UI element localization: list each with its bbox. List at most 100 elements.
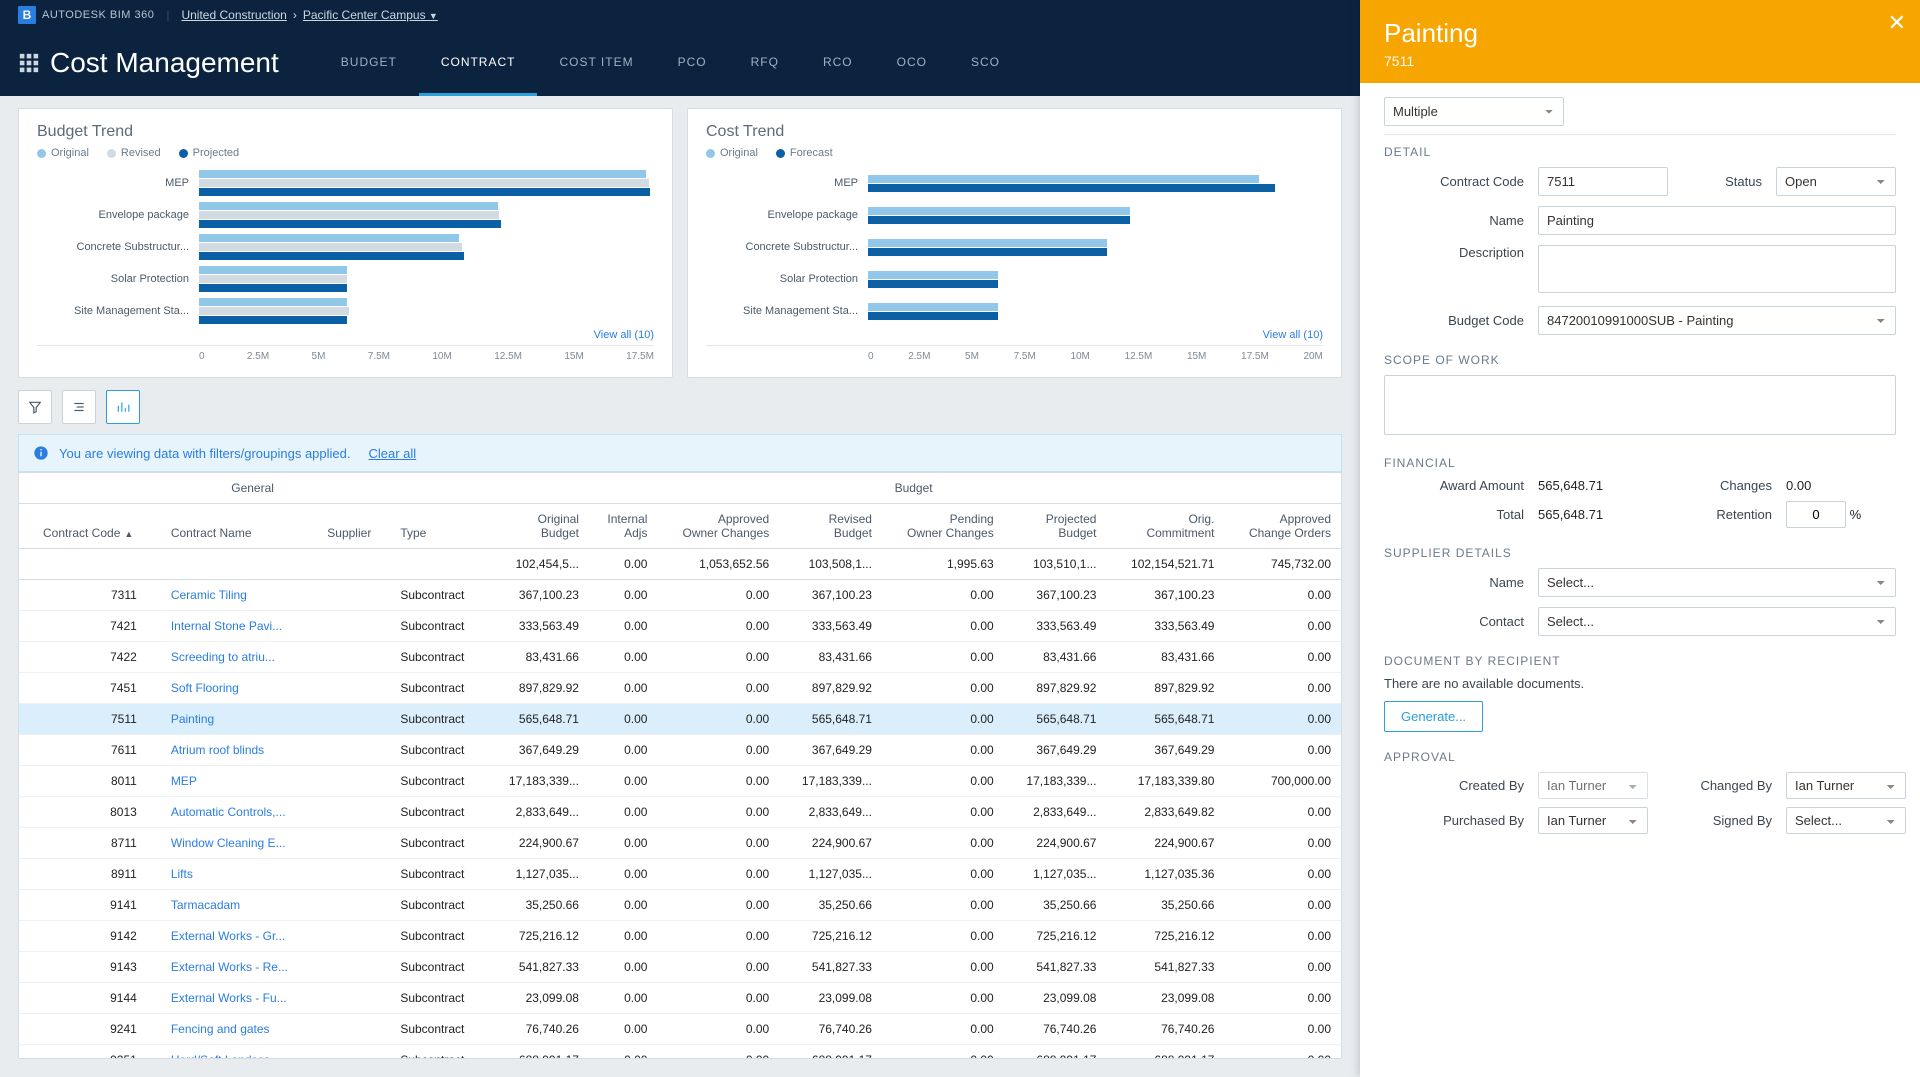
- chart-toggle-button[interactable]: [106, 390, 140, 424]
- table-row[interactable]: 9251Hard/Soft Landsca...Subcontract688,9…: [19, 1045, 1341, 1060]
- contract-name-link[interactable]: Hard/Soft Landsca...: [171, 1053, 280, 1059]
- col-header[interactable]: ApprovedOwner Changes: [657, 504, 779, 549]
- group-button[interactable]: [62, 390, 96, 424]
- col-header[interactable]: OriginalBudget: [486, 504, 589, 549]
- tab-contract[interactable]: CONTRACT: [419, 30, 538, 96]
- table-row[interactable]: 7511PaintingSubcontract565,648.710.000.0…: [19, 704, 1341, 735]
- contract-name-link[interactable]: Soft Flooring: [171, 681, 239, 695]
- apps-grid-icon[interactable]: [18, 52, 40, 74]
- brand-text: AUTODESK BIM 360: [42, 9, 154, 21]
- table-row[interactable]: 7421Internal Stone Pavi...Subcontract333…: [19, 611, 1341, 642]
- table-toolbar: [0, 390, 1360, 434]
- org-link[interactable]: United Construction: [181, 8, 286, 22]
- col-header[interactable]: Type: [390, 504, 486, 549]
- info-banner: You are viewing data with filters/groupi…: [18, 434, 1342, 472]
- table-row[interactable]: 9241Fencing and gatesSubcontract76,740.2…: [19, 1014, 1341, 1045]
- contract-type-select[interactable]: Multiple: [1384, 97, 1564, 126]
- contract-name-link[interactable]: Internal Stone Pavi...: [171, 619, 282, 633]
- table-row[interactable]: 8911LiftsSubcontract1,127,035...0.000.00…: [19, 859, 1341, 890]
- brand-icon: B: [18, 6, 36, 24]
- col-header[interactable]: Contract Name: [161, 504, 317, 549]
- col-header[interactable]: InternalAdjs: [589, 504, 657, 549]
- budget-code-select[interactable]: 84720010991000SUB - Painting: [1538, 306, 1896, 335]
- label-retention: Retention: [1682, 507, 1772, 522]
- contract-name-link[interactable]: MEP: [171, 774, 197, 788]
- group-header-budget: Budget: [486, 473, 1341, 504]
- scope-input[interactable]: [1384, 375, 1896, 435]
- clear-all-link[interactable]: Clear all: [368, 446, 416, 461]
- view-all-link[interactable]: View all (10): [706, 329, 1323, 341]
- col-header[interactable]: Contract Code▲: [19, 504, 161, 549]
- table-row[interactable]: 7451Soft FlooringSubcontract897,829.920.…: [19, 673, 1341, 704]
- section-scope: SCOPE OF WORK: [1384, 353, 1896, 367]
- tab-rco[interactable]: RCO: [801, 30, 875, 96]
- contract-name-link[interactable]: Ceramic Tiling: [171, 588, 247, 602]
- tab-cost-item[interactable]: COST ITEM: [537, 30, 655, 96]
- description-input[interactable]: [1538, 245, 1896, 293]
- info-icon: [33, 445, 49, 461]
- retention-input[interactable]: [1786, 501, 1846, 528]
- doc-empty-msg: There are no available documents.: [1384, 676, 1896, 691]
- label-contact: Contact: [1384, 614, 1524, 629]
- contract-name-link[interactable]: Lifts: [171, 867, 193, 881]
- pct-label: %: [1850, 507, 1862, 522]
- contract-name-link[interactable]: External Works - Re...: [171, 960, 288, 974]
- col-header[interactable]: RevisedBudget: [779, 504, 882, 549]
- col-header[interactable]: Orig.Commitment: [1106, 504, 1224, 549]
- table-row[interactable]: 8013Automatic Controls,...Subcontract2,8…: [19, 797, 1341, 828]
- contract-name-link[interactable]: Screeding to atriu...: [171, 650, 275, 664]
- breadcrumb: United Construction › Pacific Center Cam…: [181, 8, 437, 22]
- table-row[interactable]: 7611Atrium roof blindsSubcontract367,649…: [19, 735, 1341, 766]
- table-row[interactable]: 9143External Works - Re...Subcontract541…: [19, 952, 1341, 983]
- table-row[interactable]: 7422Screeding to atriu...Subcontract83,4…: [19, 642, 1341, 673]
- tab-budget[interactable]: BUDGET: [319, 30, 419, 96]
- tab-sco[interactable]: SCO: [949, 30, 1022, 96]
- signed-by-select[interactable]: Select...: [1786, 807, 1906, 834]
- page-title: Cost Management: [50, 47, 279, 79]
- tab-pco[interactable]: PCO: [656, 30, 729, 96]
- value-total: 565,648.71: [1538, 507, 1668, 522]
- supplier-name-select[interactable]: Select...: [1538, 568, 1896, 597]
- section-financial: FINANCIAL: [1384, 456, 1896, 470]
- table-row[interactable]: 7311Ceramic TilingSubcontract367,100.230…: [19, 580, 1341, 611]
- contract-name-link[interactable]: External Works - Gr...: [171, 929, 285, 943]
- tab-rfq[interactable]: RFQ: [729, 30, 801, 96]
- view-all-link[interactable]: View all (10): [37, 329, 654, 341]
- section-supplier: SUPPLIER DETAILS: [1384, 546, 1896, 560]
- col-header[interactable]: PendingOwner Changes: [882, 504, 1004, 549]
- contract-name-link[interactable]: Atrium roof blinds: [171, 743, 264, 757]
- chart-legend: OriginalRevisedProjected: [37, 147, 654, 159]
- status-select[interactable]: Open: [1776, 167, 1896, 196]
- contact-select[interactable]: Select...: [1538, 607, 1896, 636]
- contract-name-link[interactable]: Window Cleaning E...: [171, 836, 286, 850]
- section-doc: DOCUMENT BY RECIPIENT: [1384, 654, 1896, 668]
- changed-by-select[interactable]: Ian Turner: [1786, 772, 1906, 799]
- tab-oco[interactable]: OCO: [875, 30, 949, 96]
- table-row[interactable]: 9142External Works - Gr...Subcontract725…: [19, 921, 1341, 952]
- generate-button[interactable]: Generate...: [1384, 701, 1483, 732]
- totals-cell: [317, 549, 390, 580]
- col-header[interactable]: ApprovedChange Orders: [1224, 504, 1341, 549]
- project-link[interactable]: Pacific Center Campus ▼: [303, 8, 438, 22]
- table-row[interactable]: 9144External Works - Fu...Subcontract23,…: [19, 983, 1341, 1014]
- contract-name-link[interactable]: Fencing and gates: [171, 1022, 270, 1036]
- col-header[interactable]: Supplier: [317, 504, 390, 549]
- name-input[interactable]: [1538, 206, 1896, 235]
- totals-cell: [19, 549, 161, 580]
- filter-button[interactable]: [18, 390, 52, 424]
- table-row[interactable]: 8011MEPSubcontract17,183,339...0.000.001…: [19, 766, 1341, 797]
- close-icon[interactable]: ✕: [1888, 10, 1906, 36]
- banner-text: You are viewing data with filters/groupi…: [59, 446, 350, 461]
- panel-title: Painting: [1384, 18, 1896, 49]
- table-row[interactable]: 8711Window Cleaning E...Subcontract224,9…: [19, 828, 1341, 859]
- contract-name-link[interactable]: Automatic Controls,...: [171, 805, 286, 819]
- col-header[interactable]: ProjectedBudget: [1004, 504, 1107, 549]
- chart-legend: OriginalForecast: [706, 147, 1323, 159]
- contract-name-link[interactable]: External Works - Fu...: [171, 991, 287, 1005]
- charts-row: Budget Trend OriginalRevisedProjected ME…: [0, 96, 1360, 390]
- contract-name-link[interactable]: Painting: [171, 712, 214, 726]
- purchased-by-select[interactable]: Ian Turner: [1538, 807, 1648, 834]
- table-row[interactable]: 9141TarmacadamSubcontract35,250.660.000.…: [19, 890, 1341, 921]
- contract-code-input[interactable]: [1538, 167, 1668, 196]
- contract-name-link[interactable]: Tarmacadam: [171, 898, 240, 912]
